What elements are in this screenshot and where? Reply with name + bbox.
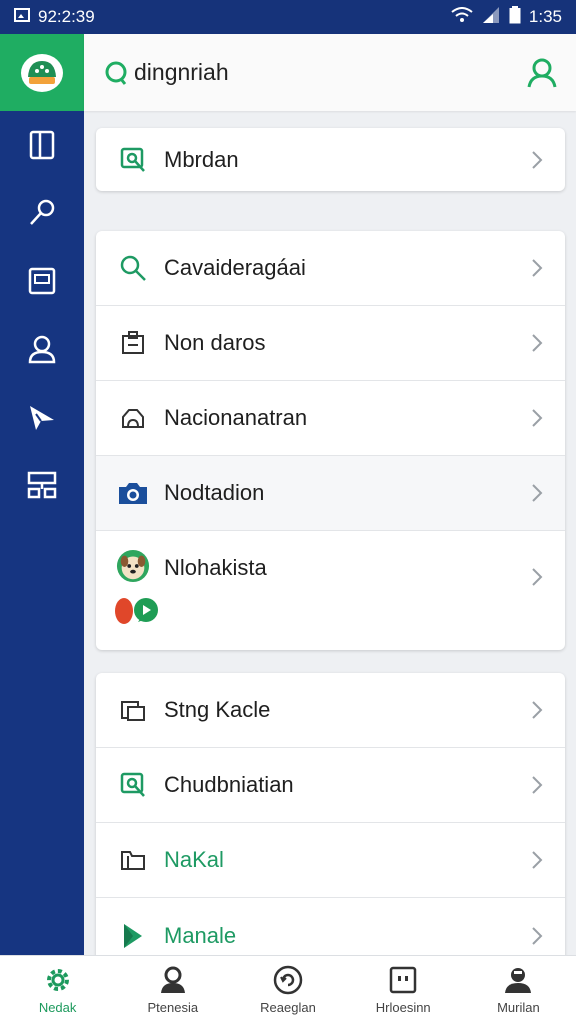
list-item-label: Mbrdan	[164, 146, 239, 172]
cloud-icon	[116, 401, 150, 435]
search-doc-icon	[116, 768, 150, 802]
list-item[interactable]: Nlohakista	[96, 531, 565, 650]
list-item-label: Manale	[164, 922, 237, 948]
person-icon	[28, 335, 56, 364]
list-item-label: Cavaideragáai	[164, 255, 306, 280]
chevron-right-icon	[532, 409, 543, 427]
refresh-icon	[273, 965, 303, 995]
camera-icon	[116, 476, 150, 510]
card-main-list: Cavaideragáai Non daros Nacionanatran No…	[96, 231, 565, 650]
nav-label: Murilan	[497, 1000, 540, 1015]
list-item[interactable]: Nacionanatran	[96, 381, 565, 456]
rail-network-button[interactable]	[0, 451, 84, 519]
nav-tab-murilan[interactable]: Murilan	[461, 956, 576, 1024]
rail-send-button[interactable]	[0, 383, 84, 451]
dog-avatar-icon	[116, 549, 150, 583]
folder-icon	[116, 843, 150, 877]
card-primary: Mbrdan	[96, 128, 565, 191]
status-bar: 92:2:39 1:35	[0, 0, 576, 34]
chevron-right-icon	[532, 701, 543, 719]
list-item-label: Nacionanatran	[164, 405, 308, 430]
status-time-right: 1:35	[528, 7, 562, 26]
list-item[interactable]: NaKal	[96, 823, 565, 898]
search-doc-icon	[116, 143, 150, 177]
search-icon	[116, 251, 150, 285]
list-item-label: NaKal	[164, 847, 224, 872]
gear-icon	[46, 969, 69, 991]
rail-profile-button[interactable]	[0, 315, 84, 383]
chevron-right-icon	[532, 926, 543, 945]
inbox-icon	[28, 267, 56, 295]
nav-tab-reaeglan[interactable]: Reaeglan	[230, 956, 345, 1024]
nav-label: Ptenesia	[147, 1000, 199, 1015]
rail-inbox-button[interactable]	[0, 247, 84, 315]
rail-tablet-button[interactable]	[0, 111, 84, 179]
nav-tab-hrloesinn[interactable]: Hrloesinn	[346, 956, 461, 1024]
battery-icon	[509, 5, 521, 29]
list-item[interactable]: Mbrdan	[96, 128, 565, 191]
clipboard-icon	[116, 326, 150, 360]
app-logo[interactable]	[0, 34, 84, 111]
side-rail	[0, 34, 84, 955]
list-item[interactable]: Non daros	[96, 306, 565, 381]
chevron-right-icon	[532, 334, 543, 352]
chevron-right-icon	[532, 851, 543, 869]
network-icon	[27, 471, 57, 499]
search-icon	[105, 61, 127, 85]
rail-search-button[interactable]	[0, 179, 84, 247]
send-icon	[30, 406, 54, 430]
wifi-icon	[451, 6, 473, 28]
nav-tab-ptenesia[interactable]: Ptenesia	[115, 956, 230, 1024]
orange-dot-icon	[115, 598, 133, 624]
list-item-label: Stng Kacle	[164, 697, 271, 722]
person-icon	[160, 966, 185, 993]
app-logo-icon	[21, 53, 63, 92]
app-header: dingnriah	[84, 34, 576, 111]
device-icon	[389, 966, 417, 994]
user-icon	[505, 968, 532, 993]
nav-label: Nedak	[38, 1000, 77, 1015]
list-item[interactable]: Cavaideragáai	[96, 231, 565, 306]
account-icon[interactable]	[526, 57, 558, 89]
chevron-right-icon	[532, 484, 543, 502]
chevron-right-icon	[532, 568, 543, 586]
header-title-group: dingnriah	[104, 59, 229, 86]
key-icon	[30, 199, 55, 225]
list-item-label: Nlohakista	[164, 555, 267, 580]
list-item-label: Chudbniatian	[164, 772, 294, 797]
nav-label: Reaeglan	[260, 1000, 316, 1015]
copy-icon	[116, 693, 150, 727]
chevron-right-icon	[532, 150, 543, 169]
chevron-right-icon	[532, 259, 543, 277]
card-secondary-list: Stng Kacle Chudbniatian NaKal Manale	[96, 673, 565, 973]
list-item-label: Non daros	[164, 330, 266, 355]
list-item[interactable]: Stng Kacle	[96, 673, 565, 748]
bottom-navigation: Nedak Ptenesia Reaeglan Hrloesinn Murila…	[0, 955, 576, 1024]
nav-tab-nedak[interactable]: Nedak	[0, 956, 115, 1024]
chat-bubble-icon	[134, 598, 158, 622]
list-item-label: Nodtadion	[164, 480, 265, 505]
tablet-icon	[29, 130, 55, 160]
play-icon	[116, 919, 150, 953]
notification-icon	[14, 7, 30, 27]
chevron-right-icon	[532, 776, 543, 794]
page-title: dingnriah	[134, 59, 229, 85]
status-badges	[114, 597, 160, 625]
nav-label: Hrloesinn	[375, 1000, 431, 1015]
status-time-left: 92:2:39	[38, 7, 95, 26]
list-item[interactable]: Chudbniatian	[96, 748, 565, 823]
signal-icon	[481, 6, 501, 28]
list-item[interactable]: Nodtadion	[96, 456, 565, 531]
